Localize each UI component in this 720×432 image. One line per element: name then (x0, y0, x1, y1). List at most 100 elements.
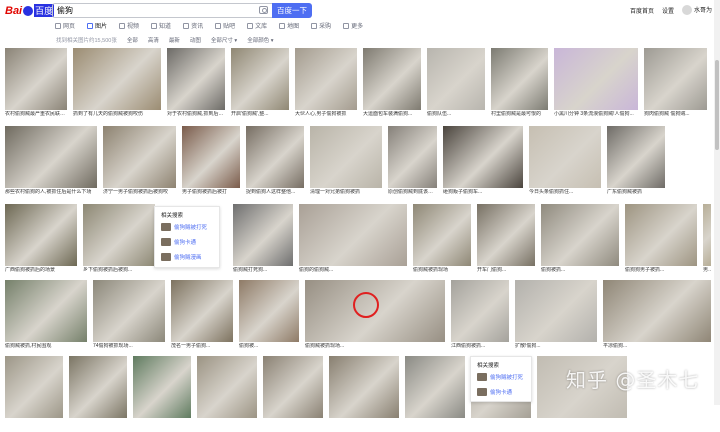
tab-1[interactable]: 图片 (87, 21, 107, 30)
image-caption[interactable]: 原创偷狗贼到底该打不该打 (388, 189, 437, 196)
image-result[interactable] (133, 356, 191, 432)
image-result[interactable]: 偷狗被... (239, 280, 299, 356)
image-caption[interactable]: 砸狗贩子偷狗车... (443, 189, 523, 196)
image-caption[interactable]: 平凉偷狗... (603, 343, 711, 350)
settings-link[interactable]: 设置 (662, 6, 674, 15)
filter-size-dropdown[interactable]: 全部尺寸 ▾ (211, 36, 237, 44)
image-result[interactable]: 扩散!偷狗... (515, 280, 597, 356)
image-caption[interactable]: 开启'偷狗贼',整... (231, 111, 289, 118)
image-result[interactable]: 江西偷狗被抓... (451, 280, 509, 356)
related-item[interactable]: 偷狗卡通 (477, 388, 512, 396)
image-caption[interactable]: 江西偷狗被抓... (451, 343, 509, 350)
image-caption[interactable]: 那些农村偷狗的人,被抓住后是什么下场 (5, 189, 97, 196)
image-caption[interactable]: 偷狗贼被抓现场... (305, 343, 445, 350)
image-caption[interactable]: 男子偷狗被抓后被打 (182, 189, 240, 196)
tab-4[interactable]: 资讯 (183, 21, 203, 30)
image-caption[interactable]: 男子偷狗被抓后... (703, 267, 711, 274)
image-result[interactable]: 狗肉偷狗贼 偷狗贼... (644, 48, 707, 124)
image-result[interactable]: 原创偷狗贼到底该打不该打 (388, 126, 437, 202)
tab-7[interactable]: 地图 (279, 21, 299, 30)
image-caption[interactable]: 偷狗队伍... (427, 111, 485, 118)
image-result[interactable]: 偷狗贼被抓现场 (413, 204, 471, 280)
filter-all[interactable]: 全部 (127, 36, 138, 44)
image-caption[interactable]: 对于农村偷狗贼,抓到后直接打 (167, 111, 225, 118)
filter-hd[interactable]: 高清 (148, 36, 159, 44)
image-caption[interactable]: 抓到了有几天的偷狗贼被狗咬伤 (73, 111, 161, 118)
related-item[interactable]: 偷狗贼被打死 (477, 373, 523, 381)
image-result[interactable]: 开启'偷狗贼',整... (231, 48, 289, 124)
image-caption[interactable]: 济宁一男子偷狗被抓后被狗咬 (103, 189, 176, 196)
image-caption[interactable]: 村里偷狗贼是最可恨的 (491, 111, 548, 118)
image-result[interactable]: 济宁一男子偷狗被抓后被狗咬 (103, 126, 176, 202)
user-menu[interactable]: 水哥为 (681, 5, 712, 16)
image-caption[interactable]: 清理一对兄弟偷狗被抓 (310, 189, 382, 196)
home-link[interactable]: 百度首页 (630, 6, 654, 15)
filter-animated[interactable]: 动图 (190, 36, 201, 44)
image-result[interactable]: 广西偷狗被抓后的场景 (5, 204, 77, 280)
search-input[interactable] (57, 5, 247, 16)
image-result[interactable]: 抓到了有几天的偷狗贼被狗咬伤 (73, 48, 161, 124)
image-caption[interactable]: 偷狗被... (239, 343, 299, 350)
image-caption[interactable]: 茂名一男子偷狗... (171, 343, 233, 350)
image-result[interactable]: 偷狗贼被抓现场... (305, 280, 445, 356)
image-caption[interactable]: 偷狗贼被抓现场 (413, 267, 471, 274)
related-item[interactable]: 偷狗贼漫画 (161, 253, 202, 261)
image-result[interactable]: 偷狗贼被抓,村民围观 (5, 280, 87, 356)
tab-0[interactable]: 网页 (55, 21, 75, 30)
image-caption[interactable]: 捉到偷狗人这样整他... (246, 189, 304, 196)
image-result[interactable]: 偷狗狗男子被抓... (625, 204, 697, 280)
image-result[interactable] (405, 356, 465, 432)
image-result[interactable]: 那些农村偷狗的人,被抓住后是什么下场 (5, 126, 97, 202)
image-result[interactable]: 村里偷狗贼是最可恨的 (491, 48, 548, 124)
image-result[interactable]: 茂名一男子偷狗... (171, 280, 233, 356)
image-result[interactable]: 农村偷狗贼最严重农民联合抓捕偷狗贼处理 (5, 48, 67, 124)
image-result[interactable]: 对于农村偷狗贼,抓到后直接打 (167, 48, 225, 124)
image-result[interactable]: 开车门偷狗... (477, 204, 535, 280)
tab-3[interactable]: 知道 (151, 21, 171, 30)
image-caption[interactable]: 开车门偷狗... (477, 267, 535, 274)
tab-2[interactable]: 视频 (119, 21, 139, 30)
related-item[interactable]: 偷狗卡通 (161, 238, 196, 246)
image-caption[interactable]: 偷狗贼被抓,村民围观 (5, 343, 87, 350)
image-result[interactable]: 清理一对兄弟偷狗被抓 (310, 126, 382, 202)
image-caption[interactable]: 扩散!偷狗... (515, 343, 597, 350)
filter-color-dropdown[interactable]: 全部颜色 ▾ (247, 36, 273, 44)
image-result[interactable]: 男子偷狗被抓后被打 (182, 126, 240, 202)
image-caption[interactable]: 大伙人心,男子偷狗被抓 (295, 111, 357, 118)
image-result[interactable]: 偷狗被抓... (541, 204, 619, 280)
filter-latest[interactable]: 最新 (169, 36, 180, 44)
image-result[interactable]: 74偷狗被抓现场... (93, 280, 165, 356)
image-result[interactable] (5, 356, 63, 432)
image-result[interactable]: 广东偷狗贼被抓 (607, 126, 665, 202)
image-result[interactable]: 大伙人心,男子偷狗被抓 (295, 48, 357, 124)
image-caption[interactable]: 偷狗被抓... (541, 267, 619, 274)
image-result[interactable]: 偷狗的偷狗贼... (299, 204, 407, 280)
image-result[interactable]: 偷狗队伍... (427, 48, 485, 124)
image-caption[interactable]: 乡下偷狗被抓后被狗... (83, 267, 155, 274)
scrollbar-thumb[interactable] (715, 60, 719, 150)
image-result[interactable]: 男子偷狗被抓后... (703, 204, 711, 280)
image-result[interactable]: 平凉偷狗... (603, 280, 711, 356)
image-caption[interactable]: 偷狗狗男子被抓... (625, 267, 697, 274)
image-result[interactable]: 乡下偷狗被抓后被狗... (83, 204, 155, 280)
image-result[interactable]: 今日头条偷狗抓住... (529, 126, 601, 202)
image-result[interactable] (197, 356, 257, 432)
tab-8[interactable]: 采购 (311, 21, 331, 30)
search-button[interactable]: 百度一下 (272, 3, 312, 18)
tab-5[interactable]: 贴吧 (215, 21, 235, 30)
image-result[interactable] (69, 356, 127, 432)
image-caption[interactable]: 大运面包车装满偷狗... (363, 111, 421, 118)
image-result[interactable]: 捉到偷狗人这样整他... (246, 126, 304, 202)
tab-6[interactable]: 文库 (247, 21, 267, 30)
image-result[interactable] (329, 356, 399, 432)
tab-9[interactable]: 更多 (343, 21, 363, 30)
image-caption[interactable]: 偷狗的偷狗贼... (299, 267, 407, 274)
image-result[interactable]: 偷狗贼打死狗... (233, 204, 293, 280)
image-result[interactable]: 砸狗贩子偷狗车... (443, 126, 523, 202)
image-caption[interactable]: 74偷狗被抓现场... (93, 343, 165, 350)
related-item[interactable]: 偷狗贼被打死 (161, 223, 207, 231)
image-result[interactable]: 小黑川分钟 3条流浪偷狗贼!人偷狗... (554, 48, 638, 124)
image-caption[interactable]: 今日头条偷狗抓住... (529, 189, 601, 196)
image-result[interactable]: 大运面包车装满偷狗... (363, 48, 421, 124)
image-caption[interactable]: 广西偷狗被抓后的场景 (5, 267, 77, 274)
